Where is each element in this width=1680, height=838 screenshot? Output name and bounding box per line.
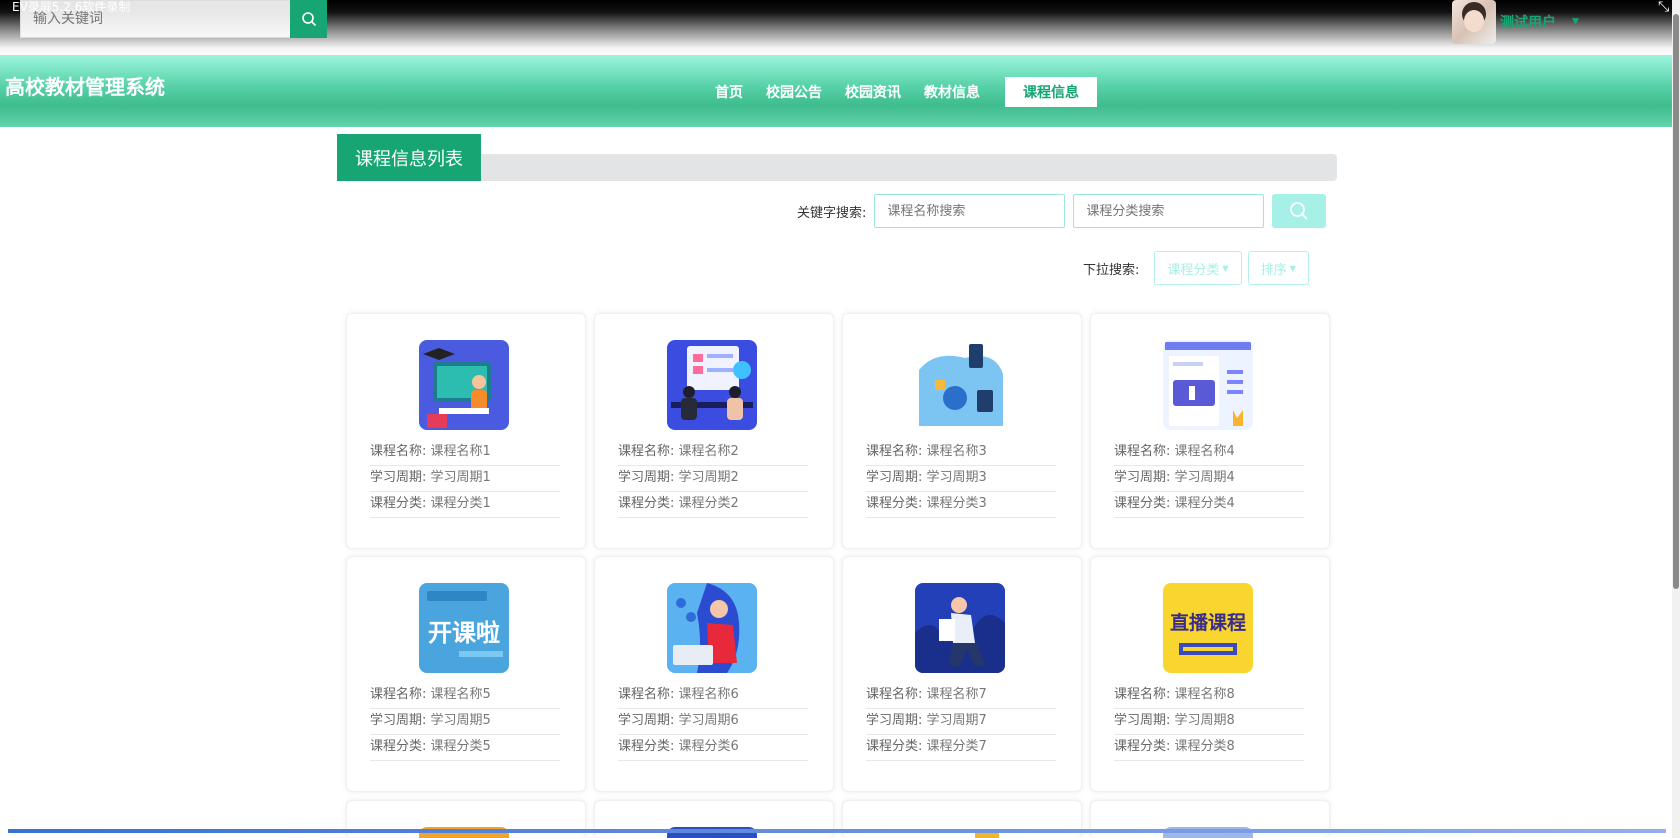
site-header: 高校教材管理系统 首页 校园公告 校园资讯 教材信息 课程信息	[0, 55, 1672, 127]
course-period-row: 学习周期: 学习周期2	[618, 466, 808, 492]
course-image[interactable]: 直播课程	[1163, 583, 1253, 673]
course-category-row: 课程分类: 课程分类3	[866, 492, 1056, 518]
course-name-row: 课程名称: 课程名称4	[1114, 440, 1304, 466]
course-category-search-input[interactable]	[1073, 194, 1265, 228]
course-category-row: 课程分类: 课程分类7	[866, 735, 1056, 761]
course-card[interactable]: 课程名称: 课程名称3 学习周期: 学习周期3 课程分类: 课程分类3	[842, 313, 1082, 549]
course-period-row: 学习周期: 学习周期6	[618, 709, 808, 735]
scrollbar-thumb[interactable]	[1673, 14, 1679, 589]
course-image[interactable]	[667, 340, 757, 430]
nav-home[interactable]: 首页	[715, 82, 743, 102]
sort-dropdown-label: 排序	[1260, 262, 1287, 278]
section-bar	[337, 154, 1337, 181]
course-card[interactable]: 开课啦 课程名称: 课程名称5 学习周期: 学习周期5 课程分类: 课程分类5	[346, 556, 586, 792]
dropdown-search-row: 下拉搜索: 课程分类 ▼ 排序 ▼	[1083, 251, 1315, 285]
course-image-text: 开课啦	[428, 619, 500, 647]
course-name-row: 课程名称: 课程名称7	[866, 683, 1056, 709]
section-title: 课程信息列表	[337, 134, 481, 181]
user-menu[interactable]: 测试用户 ▼	[1452, 0, 1579, 44]
site-brand[interactable]: 高校教材管理系统	[5, 71, 165, 100]
course-image[interactable]	[1163, 340, 1253, 430]
course-category-row: 课程分类: 课程分类2	[618, 492, 808, 518]
course-name-row: 课程名称: 课程名称8	[1114, 683, 1304, 709]
course-image[interactable]	[419, 340, 509, 430]
category-dropdown[interactable]: 课程分类 ▼	[1154, 251, 1242, 285]
course-period-row: 学习周期: 学习周期4	[1114, 466, 1304, 492]
main-nav: 首页 校园公告 校园资讯 教材信息 课程信息	[715, 77, 1120, 107]
recorder-title: EV录屏5.2.6软件录制	[12, 0, 131, 14]
course-period-row: 学习周期: 学习周期8	[1114, 709, 1304, 735]
caret-down-icon: ▼	[1222, 263, 1229, 273]
caret-down-icon: ▼	[1289, 263, 1296, 273]
course-image[interactable]	[915, 340, 1005, 430]
taskbar-edge	[8, 829, 1666, 833]
avatar[interactable]	[1452, 0, 1496, 44]
top-search-button[interactable]	[290, 0, 327, 38]
course-card[interactable]: 课程名称: 课程名称2 学习周期: 学习周期2 课程分类: 课程分类2	[594, 313, 834, 549]
course-period-row: 学习周期: 学习周期1	[370, 466, 560, 492]
user-name[interactable]: 测试用户	[1500, 12, 1556, 32]
course-period-row: 学习周期: 学习周期7	[866, 709, 1056, 735]
course-card[interactable]: 课程名称: 课程名称6 学习周期: 学习周期6 课程分类: 课程分类6	[594, 556, 834, 792]
course-name-row: 课程名称: 课程名称3	[866, 440, 1056, 466]
course-category-row: 课程分类: 课程分类6	[618, 735, 808, 761]
course-image[interactable]	[915, 583, 1005, 673]
nav-textbooks[interactable]: 教材信息	[924, 82, 980, 102]
keyword-search-label: 关键字搜索:	[797, 205, 867, 221]
course-name-row: 课程名称: 课程名称6	[618, 683, 808, 709]
course-category-row: 课程分类: 课程分类5	[370, 735, 560, 761]
course-image[interactable]	[667, 583, 757, 673]
keyword-search-row: 关键字搜索:	[797, 194, 1327, 228]
search-icon	[1290, 202, 1309, 220]
nav-courses[interactable]: 课程信息	[1005, 77, 1097, 107]
dropdown-search-label: 下拉搜索:	[1083, 262, 1140, 278]
course-image[interactable]: 开课啦	[419, 583, 509, 673]
search-icon	[301, 12, 316, 27]
course-card[interactable]: 直播课程 课程名称: 课程名称8 学习周期: 学习周期8 课程分类: 课程分类8	[1090, 556, 1330, 792]
course-category-row: 课程分类: 课程分类4	[1114, 492, 1304, 518]
course-image-text: 直播课程	[1170, 611, 1246, 634]
course-card[interactable]: 课程名称: 课程名称1 学习周期: 学习周期1 课程分类: 课程分类1	[346, 313, 586, 549]
course-name-row: 课程名称: 课程名称5	[370, 683, 560, 709]
course-category-row: 课程分类: 课程分类1	[370, 492, 560, 518]
search-button[interactable]	[1272, 194, 1327, 228]
nav-news[interactable]: 校园资讯	[845, 82, 901, 102]
sort-dropdown[interactable]: 排序 ▼	[1247, 251, 1309, 285]
course-card[interactable]: 课程名称: 课程名称4 学习周期: 学习周期4 课程分类: 课程分类4	[1090, 313, 1330, 549]
course-period-row: 学习周期: 学习周期5	[370, 709, 560, 735]
nav-announcements[interactable]: 校园公告	[766, 82, 822, 102]
course-card[interactable]: 课程名称: 课程名称7 学习周期: 学习周期7 课程分类: 课程分类7	[842, 556, 1082, 792]
course-category-row: 课程分类: 课程分类8	[1114, 735, 1304, 761]
caret-down-icon[interactable]: ▼	[1572, 17, 1579, 27]
course-name-row: 课程名称: 课程名称1	[370, 440, 560, 466]
course-name-search-input[interactable]	[874, 194, 1066, 228]
course-name-row: 课程名称: 课程名称2	[618, 440, 808, 466]
exit-fullscreen-icon[interactable]: ⤡	[1658, 0, 1674, 14]
category-dropdown-label: 课程分类	[1167, 262, 1220, 278]
course-period-row: 学习周期: 学习周期3	[866, 466, 1056, 492]
